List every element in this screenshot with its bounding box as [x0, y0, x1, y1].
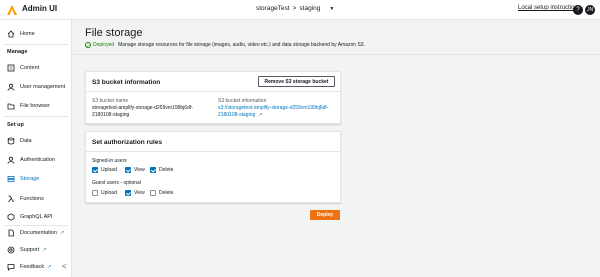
bucket-uri-line1[interactable]: s3://storagetest-amplify-storage-d259vm1… [218, 105, 328, 112]
auth-icon [7, 156, 15, 164]
signed-in-view-checkbox[interactable] [125, 167, 131, 173]
sidebar-item-content[interactable]: Content [0, 61, 72, 75]
guest-view-checkbox[interactable] [125, 190, 131, 196]
help-icon[interactable]: ? [573, 5, 583, 15]
divider [4, 44, 68, 45]
sidebar-item-graphql-api[interactable]: GraphQL API [0, 210, 72, 224]
breadcrumb-env[interactable]: staging [299, 5, 320, 12]
sidebar-item-data[interactable]: Data [0, 134, 72, 148]
sidebar-item-label: Authentication [20, 157, 55, 163]
graphql-icon [7, 213, 15, 221]
home-icon [7, 30, 15, 38]
content-icon [7, 64, 15, 72]
section-heading-setup: Set up [7, 122, 24, 128]
bucket-info-label: S3 bucket information [218, 98, 267, 104]
sidebar-item-user-management[interactable]: User management [0, 80, 72, 94]
guest-users-label: Guest users - optional [92, 180, 141, 186]
storage-icon [7, 175, 15, 183]
bucket-info-panel: S3 bucket information Remove S3 storage … [85, 71, 341, 124]
checkbox-label: Upload [101, 190, 117, 196]
bucket-name-line1: storagetest-amplify-storage-d259vm199bj6… [92, 105, 193, 111]
sidebar-item-storage[interactable]: Storage [0, 172, 72, 186]
deploy-button[interactable]: Deploy [310, 210, 340, 220]
bucket-name-label: S3 bucket name [92, 98, 129, 104]
folder-icon [7, 102, 15, 110]
checkbox-label: Delete [159, 167, 174, 173]
breadcrumb-separator: > [292, 5, 297, 12]
sidebar-item-label: Support [20, 247, 40, 253]
sidebar-item-label: Functions [20, 196, 44, 202]
avatar[interactable]: JN [585, 5, 595, 15]
data-icon [7, 137, 15, 145]
env-breadcrumb[interactable]: storageTest > staging ▼ [256, 5, 334, 12]
sidebar-item-label: GraphQL API [20, 214, 53, 220]
status-badge: Deployed [93, 42, 115, 48]
sidebar-item-label: User management [20, 84, 66, 90]
panel-header: Set authorization rules [86, 132, 340, 152]
check-circle-icon: ✓ [85, 42, 91, 48]
divider [73, 54, 600, 55]
sidebar-item-label: Storage [20, 176, 40, 182]
external-link-icon: ↗ [47, 264, 52, 270]
panel-header: S3 bucket information Remove S3 storage … [86, 72, 340, 92]
section-heading-manage: Manage [7, 49, 28, 55]
bucket-uri-line2[interactable]: 2180108-staging [218, 112, 255, 118]
guest-upload-checkbox[interactable] [92, 190, 98, 196]
sidebar-item-label: Documentation [20, 230, 57, 236]
sidebar-item-label: Feedback [20, 264, 45, 270]
guest-delete-checkbox[interactable] [150, 190, 156, 196]
top-bar: Admin UI storageTest > staging ▼ Local s… [0, 0, 600, 20]
feedback-icon [7, 263, 15, 271]
chevron-left-icon[interactable]: < [62, 262, 67, 271]
breadcrumb-app[interactable]: storageTest [256, 5, 290, 12]
app-title[interactable]: Admin UI [22, 4, 57, 13]
external-link-icon[interactable]: ↗ [258, 112, 262, 118]
sidebar-item-file-browser[interactable]: File browser [0, 99, 72, 113]
sidebar-item-label: File browser [20, 103, 50, 109]
remove-bucket-button[interactable]: Remove S3 storage bucket [258, 76, 335, 87]
status-row: ✓ Deployed Manage storage resources for … [85, 42, 365, 48]
sidebar-item-functions[interactable]: Functions [0, 192, 72, 206]
chevron-down-icon[interactable]: ▼ [329, 6, 334, 12]
sidebar-item-home[interactable]: Home [0, 27, 72, 41]
checkbox-label: View [134, 167, 145, 173]
lambda-icon [7, 195, 15, 203]
checkbox-label: Upload [101, 167, 117, 173]
signed-in-delete-checkbox[interactable] [150, 167, 156, 173]
sidebar-item-label: Home [20, 31, 35, 37]
bucket-name-line2: 2180108-staging [92, 112, 130, 118]
users-icon [7, 83, 15, 91]
checkbox-label: View [134, 190, 145, 196]
doc-icon [7, 229, 15, 237]
sidebar: Home Manage Content User management File… [0, 20, 72, 277]
signed-in-users-label: Signed-in users [92, 158, 127, 164]
support-icon [7, 246, 15, 254]
local-setup-link[interactable]: Local setup instructions [518, 5, 581, 11]
auth-rules-panel: Set authorization rules Signed-in users … [85, 131, 341, 203]
amplify-logo-icon[interactable] [6, 4, 18, 16]
signed-in-upload-checkbox[interactable] [92, 167, 98, 173]
page-title: File storage [85, 27, 143, 39]
sidebar-item-authentication[interactable]: Authentication [0, 153, 72, 167]
external-link-icon: ↗ [60, 230, 65, 236]
page-description: Manage storage resources for file storag… [118, 42, 365, 48]
sidebar-item-label: Data [20, 138, 32, 144]
checkbox-label: Delete [159, 190, 174, 196]
panel-title: Set authorization rules [92, 139, 163, 146]
external-link-icon: ↗ [42, 247, 47, 253]
panel-title: S3 bucket information [92, 79, 161, 86]
divider [4, 116, 68, 117]
sidebar-item-label: Content [20, 65, 40, 71]
sidebar-item-documentation[interactable]: Documentation ↗ [0, 226, 72, 240]
sidebar-item-support[interactable]: Support ↗ [0, 243, 72, 257]
